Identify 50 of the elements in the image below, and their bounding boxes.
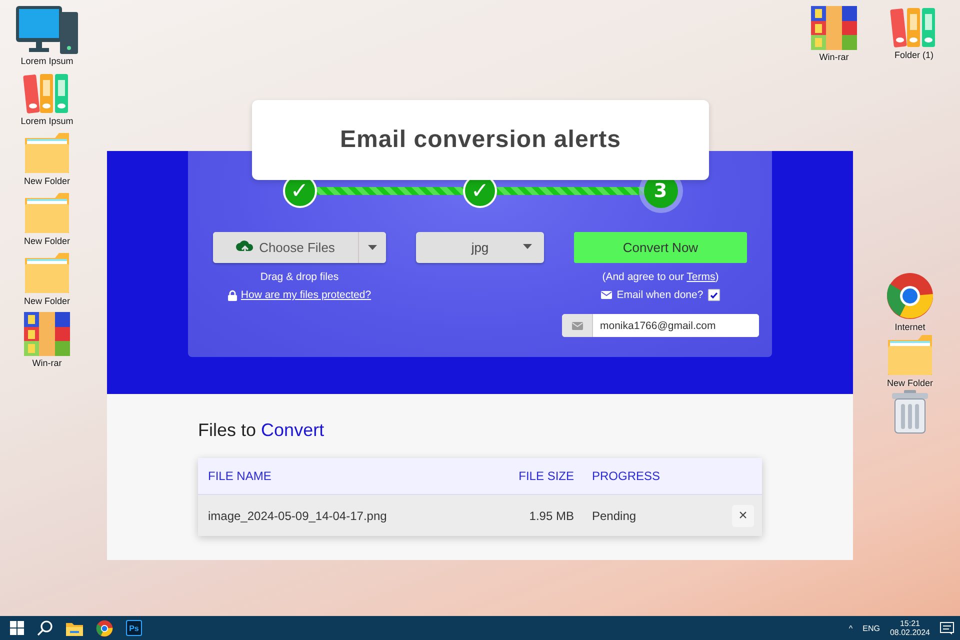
callout-title: Email conversion alerts <box>252 100 709 180</box>
file-explorer-icon[interactable] <box>66 620 83 636</box>
computer-icon[interactable] <box>16 6 78 54</box>
column-header: FILE NAME <box>208 469 272 483</box>
browser-icon[interactable] <box>96 620 113 636</box>
notification-icon[interactable] <box>940 622 954 634</box>
remove-file-button[interactable]: × <box>732 504 754 526</box>
progress-cell-text: Pending <box>591 508 638 522</box>
caret-icon <box>523 244 532 249</box>
desktop-icon-label: Internet <box>894 322 926 332</box>
photoshop-icon[interactable]: Ps <box>126 620 142 636</box>
files-protected-link[interactable]: How are my files protected? <box>240 289 372 301</box>
column-header: PROGRESS <box>591 469 662 483</box>
desktop-icon-label: Folder (1) <box>894 50 934 60</box>
language-indicator[interactable]: ENG <box>862 624 880 632</box>
files-heading: Files to Convert <box>198 420 326 441</box>
archive-icon[interactable] <box>23 312 71 356</box>
choose-files-button[interactable]: Choose Files <box>213 232 358 263</box>
binders-icon[interactable] <box>23 72 71 114</box>
desktop-icon-label: Lorem Ipsum <box>20 56 74 66</box>
format-dropdown[interactable]: jpg <box>416 232 544 263</box>
lock-icon <box>228 290 237 300</box>
drag-drop-hint: Drag & drop files <box>260 271 339 283</box>
binders-icon[interactable] <box>890 6 938 48</box>
terms-link[interactable]: Terms <box>686 271 716 283</box>
desktop-icon-label: New Folder <box>24 296 70 306</box>
column-header: FILE SIZE <box>518 469 574 483</box>
convert-now-button[interactable]: Convert Now <box>574 232 747 263</box>
dropdown-caret-button[interactable] <box>358 232 386 263</box>
windows-start-icon[interactable] <box>10 621 24 635</box>
tray-chevron[interactable]: ^ <box>848 624 853 632</box>
email-option-label: Email when done? <box>616 289 704 301</box>
file-name-cell-text: image_2024-05-09_14-04-17.png <box>208 508 388 522</box>
search-icon[interactable] <box>37 620 53 636</box>
desktop-icon-label: Win-rar <box>819 52 849 62</box>
terms-agreement-text: (And agree to our Terms) <box>602 271 719 283</box>
desktop-icon-label: Win-rar <box>32 358 62 368</box>
desktop-icon-label: New Folder <box>886 378 933 388</box>
file-size-cell-text: 1.95 MB <box>528 508 574 522</box>
envelope-icon <box>572 322 582 330</box>
desktop-icon-label: New Folder <box>24 176 70 186</box>
email-input-field[interactable]: monika1766@gmail.com <box>562 314 759 337</box>
email-checkbox[interactable] <box>708 289 720 301</box>
archive-icon[interactable] <box>810 6 858 50</box>
desktop-icon-label: New Folder <box>24 236 70 246</box>
desktop-icon-label: Lorem Ipsum <box>20 116 74 126</box>
envelope-icon <box>600 291 612 299</box>
clock[interactable]: 15:21 08.02.2024 <box>890 619 930 637</box>
caret-icon <box>368 245 377 250</box>
trash-icon[interactable] <box>890 390 930 434</box>
